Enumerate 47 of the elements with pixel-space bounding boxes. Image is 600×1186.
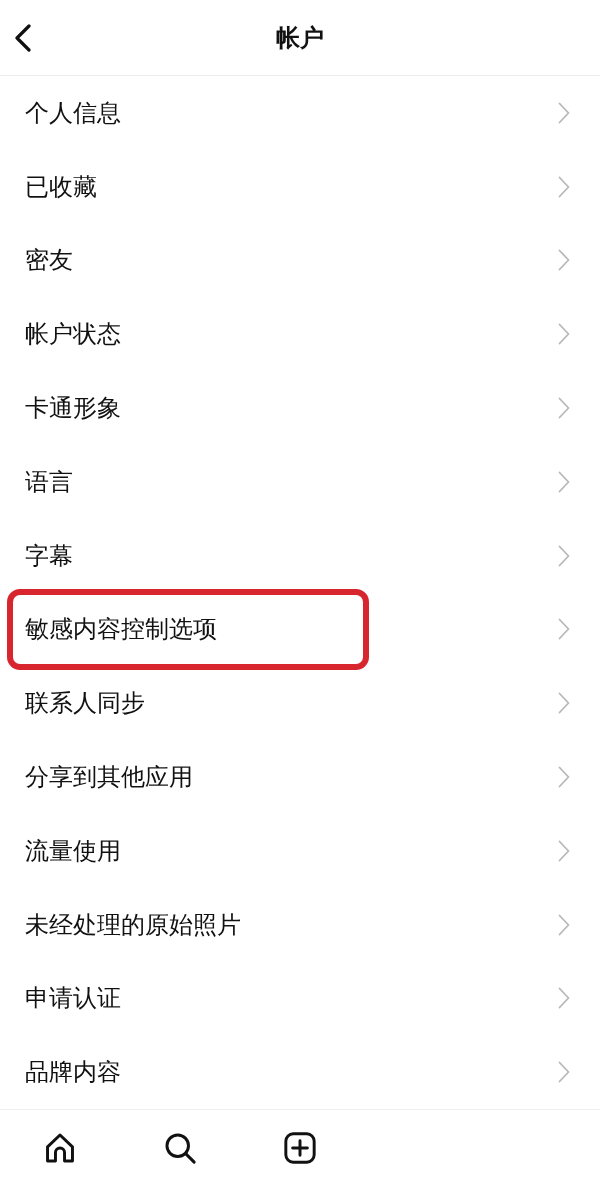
menu-item-label: 语言 [25, 466, 73, 497]
menu-item[interactable]: 联系人同步 [0, 666, 600, 741]
menu-item-label: 字幕 [25, 540, 73, 571]
menu-item[interactable]: 分享到其他应用 [0, 740, 600, 814]
menu-item[interactable]: 字幕 [0, 518, 600, 593]
menu-item-label: 密友 [25, 245, 73, 276]
page-title: 帐户 [275, 22, 325, 53]
menu-item[interactable]: 申请认证 [0, 961, 600, 1036]
menu-item-label: 未经处理的原始照片 [25, 909, 241, 940]
menu-item-label: 联系人同步 [25, 688, 145, 719]
menu-item-label: 分享到其他应用 [25, 762, 193, 793]
menu-item[interactable]: 语言 [0, 445, 600, 519]
chevron-right-icon [558, 323, 570, 346]
search-icon[interactable] [163, 1131, 197, 1166]
back-icon[interactable] [14, 23, 32, 52]
menu-item[interactable]: 未经处理的原始照片 [0, 887, 600, 962]
menu-item[interactable]: 密友 [0, 223, 600, 298]
menu-item[interactable]: 卡通形象 [0, 371, 600, 445]
menu-item[interactable]: 流量使用 [0, 813, 600, 888]
menu-item-label: 敏感内容控制选项 [25, 614, 217, 645]
chevron-right-icon [558, 618, 570, 641]
chevron-right-icon [558, 987, 570, 1010]
menu-item[interactable]: 帐户状态 [0, 297, 600, 372]
chevron-right-icon [558, 544, 570, 567]
menu-item[interactable]: 敏感内容控制选项 [0, 592, 600, 667]
home-icon[interactable] [43, 1131, 77, 1166]
add-square-icon[interactable] [283, 1131, 317, 1166]
menu-item-label: 卡通形象 [25, 393, 121, 424]
chevron-right-icon [558, 1061, 570, 1084]
chevron-right-icon [558, 101, 570, 124]
menu-item-label: 流量使用 [25, 835, 121, 866]
chevron-right-icon [558, 913, 570, 936]
chevron-right-icon [558, 397, 570, 420]
menu-item-label: 帐户状态 [25, 319, 121, 350]
chevron-right-icon [558, 766, 570, 789]
chevron-right-icon [558, 839, 570, 862]
menu-item[interactable]: 已收藏 [0, 149, 600, 224]
menu-item[interactable]: 品牌内容 [0, 1035, 600, 1110]
menu-item-label: 申请认证 [25, 983, 121, 1014]
chevron-right-icon [558, 249, 570, 272]
menu-item-label: 品牌内容 [25, 1057, 121, 1088]
menu-item[interactable]: 个人信息 [0, 76, 600, 150]
chevron-right-icon [558, 692, 570, 715]
chevron-right-icon [558, 470, 570, 493]
chevron-right-icon [558, 175, 570, 198]
menu-item-label: 个人信息 [25, 97, 121, 128]
menu-item-label: 已收藏 [25, 171, 97, 202]
